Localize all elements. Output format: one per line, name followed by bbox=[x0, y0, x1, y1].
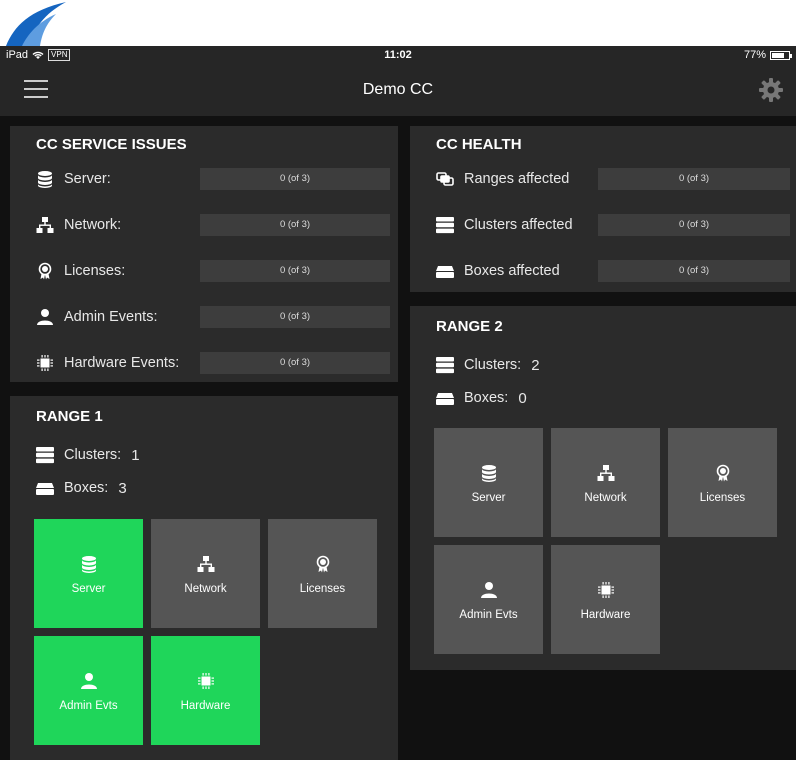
server-issues-value: 0 (of 3) bbox=[200, 168, 390, 190]
page-title: Demo CC bbox=[362, 81, 434, 98]
tile-network[interactable]: Network bbox=[551, 428, 660, 537]
admin-icon bbox=[34, 306, 56, 328]
row-label: Ranges affected bbox=[464, 171, 570, 187]
tile-label: Licenses bbox=[299, 582, 346, 595]
ranges-affected-value: 0 (of 3) bbox=[598, 168, 790, 190]
panel-title: RANGE 2 bbox=[436, 318, 503, 335]
stat-label: Clusters: bbox=[64, 447, 122, 463]
range-2-panel: RANGE 2 Clusters: 2 Boxes: 0 Server Netw… bbox=[410, 306, 796, 670]
panel-title: RANGE 1 bbox=[36, 408, 103, 425]
brand-logo bbox=[6, 2, 66, 46]
admin-events-value: 0 (of 3) bbox=[200, 306, 390, 328]
status-time: 11:02 bbox=[384, 49, 412, 61]
range-2-boxes: Boxes: 0 bbox=[434, 387, 527, 409]
ranges-icon bbox=[434, 168, 456, 190]
tile-label: Server bbox=[71, 582, 106, 595]
panel-title: CC HEALTH bbox=[436, 136, 522, 153]
admin-icon bbox=[478, 579, 500, 601]
tile-label: Admin Evts bbox=[59, 699, 118, 712]
tile-label: Licenses bbox=[699, 491, 746, 504]
chip-icon bbox=[595, 579, 617, 601]
server-issues-row[interactable]: Server: bbox=[34, 167, 111, 191]
clusters-icon bbox=[434, 354, 456, 376]
row-label: Server: bbox=[64, 171, 111, 187]
box-icon bbox=[434, 387, 456, 409]
stat-value: 2 bbox=[531, 356, 540, 374]
boxes-affected-value: 0 (of 3) bbox=[598, 260, 790, 282]
license-icon bbox=[312, 553, 334, 575]
row-label: Licenses: bbox=[64, 263, 126, 279]
gear-icon[interactable] bbox=[758, 77, 784, 103]
network-issues-value: 0 (of 3) bbox=[200, 214, 390, 236]
health-panel: CC HEALTH Ranges affected 0 (of 3) Clust… bbox=[410, 126, 796, 292]
tile-licenses[interactable]: Licenses bbox=[668, 428, 777, 537]
stat-value: 3 bbox=[118, 479, 127, 497]
hardware-events-value: 0 (of 3) bbox=[200, 352, 390, 374]
tile-server[interactable]: Server bbox=[434, 428, 543, 537]
hardware-events-row[interactable]: Hardware Events: bbox=[34, 351, 179, 375]
clusters-icon bbox=[434, 214, 456, 236]
row-label: Hardware Events: bbox=[64, 355, 180, 371]
tile-hardware[interactable]: Hardware bbox=[551, 545, 660, 654]
stat-value: 0 bbox=[518, 389, 527, 407]
licenses-issues-value: 0 (of 3) bbox=[200, 260, 390, 282]
licenses-issues-row[interactable]: Licenses: bbox=[34, 259, 125, 283]
clusters-affected-value: 0 (of 3) bbox=[598, 214, 790, 236]
row-label: Clusters affected bbox=[464, 217, 573, 233]
status-bar: iPad VPN 11:02 77% bbox=[0, 46, 796, 64]
tile-hardware[interactable]: Hardware bbox=[151, 636, 260, 745]
box-icon bbox=[434, 260, 456, 282]
chip-icon bbox=[34, 352, 56, 374]
license-icon bbox=[712, 462, 734, 484]
database-icon bbox=[78, 553, 100, 575]
stat-label: Boxes: bbox=[64, 480, 109, 496]
admin-events-row[interactable]: Admin Events: bbox=[34, 305, 158, 329]
row-label: Boxes affected bbox=[464, 263, 560, 279]
clusters-affected-row[interactable]: Clusters affected bbox=[434, 213, 573, 237]
tile-label: Server bbox=[471, 491, 506, 504]
tile-label: Admin Evts bbox=[459, 608, 518, 621]
stat-label: Clusters: bbox=[464, 357, 522, 373]
nav-bar: Demo CC bbox=[0, 64, 796, 116]
box-icon bbox=[34, 477, 56, 499]
tile-label: Hardware bbox=[580, 608, 631, 621]
range-1-panel: RANGE 1 Clusters: 1 Boxes: 3 Server Netw… bbox=[10, 396, 398, 760]
battery-percent: 77% bbox=[743, 49, 766, 61]
tile-label: Network bbox=[184, 582, 227, 595]
boxes-affected-row[interactable]: Boxes affected bbox=[434, 259, 560, 283]
tile-label: Network bbox=[584, 491, 627, 504]
tile-licenses[interactable]: Licenses bbox=[268, 519, 377, 628]
ranges-affected-row[interactable]: Ranges affected bbox=[434, 167, 569, 191]
database-icon bbox=[478, 462, 500, 484]
tile-server[interactable]: Server bbox=[34, 519, 143, 628]
network-icon bbox=[34, 214, 56, 236]
row-label: Admin Events: bbox=[64, 309, 158, 325]
clusters-icon bbox=[34, 444, 56, 466]
tile-admin-evts[interactable]: Admin Evts bbox=[434, 545, 543, 654]
stat-label: Boxes: bbox=[464, 390, 509, 406]
range-1-boxes: Boxes: 3 bbox=[34, 477, 127, 499]
license-icon bbox=[34, 260, 56, 282]
tile-admin-evts[interactable]: Admin Evts bbox=[34, 636, 143, 745]
stat-value: 1 bbox=[131, 446, 140, 464]
dashboard: CC SERVICE ISSUES Server: 0 (of 3) Netwo… bbox=[0, 116, 796, 760]
network-icon bbox=[595, 462, 617, 484]
range-1-clusters: Clusters: 1 bbox=[34, 444, 140, 466]
network-issues-row[interactable]: Network: bbox=[34, 213, 121, 237]
service-issues-panel: CC SERVICE ISSUES Server: 0 (of 3) Netwo… bbox=[10, 126, 398, 382]
network-icon bbox=[195, 553, 217, 575]
range-2-clusters: Clusters: 2 bbox=[434, 354, 540, 376]
tile-network[interactable]: Network bbox=[151, 519, 260, 628]
chip-icon bbox=[195, 670, 217, 692]
database-icon bbox=[34, 168, 56, 190]
row-label: Network: bbox=[64, 217, 122, 233]
tile-label: Hardware bbox=[180, 699, 231, 712]
panel-title: CC SERVICE ISSUES bbox=[36, 136, 187, 153]
admin-icon bbox=[78, 670, 100, 692]
battery-icon bbox=[770, 50, 792, 60]
